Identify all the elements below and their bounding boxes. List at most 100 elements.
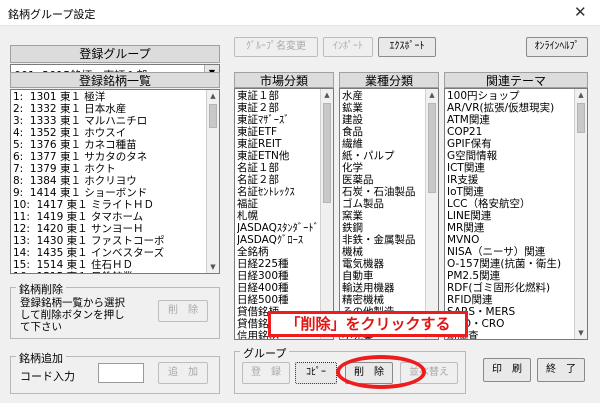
scroll-up-icon[interactable]: ▲ <box>426 89 438 101</box>
list-item[interactable]: ICT関連 <box>447 162 573 174</box>
copy-group-button[interactable]: ｺﾋﾟｰ <box>295 362 337 384</box>
scroll-down-icon[interactable]: ▼ <box>575 327 587 339</box>
list-item[interactable]: 食品 <box>342 126 424 138</box>
list-item[interactable]: AR/VR(拡張/仮想現実) <box>447 102 573 114</box>
list-item[interactable]: 16: 1515 東１ 日鉄鉱業 <box>13 271 205 273</box>
industry-scrollbar[interactable]: ▲ ▼ <box>425 89 438 339</box>
close-icon[interactable]: ✕ <box>574 3 587 21</box>
list-item[interactable]: 4: 1352 東１ ホウスイ <box>13 127 205 139</box>
list-item[interactable]: 日経225種 <box>237 258 319 270</box>
scroll-up-icon[interactable]: ▲ <box>575 89 587 101</box>
list-item[interactable]: 石炭・石油製品 <box>342 186 424 198</box>
list-item[interactable]: 福証 <box>237 198 319 210</box>
list-item[interactable]: O-157関連(抗菌・衛生) <box>447 258 573 270</box>
theme-listbox[interactable]: 100円ショップ AR/VR(拡張/仮想現実) ATM関連 COP21 GPIF保有 G空… <box>444 88 588 340</box>
list-item[interactable]: 3: 1333 東１ マルハニチロ <box>13 115 205 127</box>
list-item[interactable]: 電気機器 <box>342 258 424 270</box>
scroll-thumb[interactable] <box>577 103 585 133</box>
list-item[interactable]: IoT関連 <box>447 186 573 198</box>
register-group-button[interactable]: 登 録 <box>242 362 290 384</box>
list-item[interactable]: 100円ショップ <box>447 90 573 102</box>
list-item[interactable]: MVNO <box>447 234 573 246</box>
scroll-up-icon[interactable]: ▲ <box>321 89 333 101</box>
list-item[interactable]: LCC（格安航空） <box>447 198 573 210</box>
list-item[interactable]: 札幌 <box>237 210 319 222</box>
list-item[interactable]: 精密機械 <box>342 294 424 306</box>
list-item[interactable]: COP21 <box>447 126 573 138</box>
list-item[interactable]: 日経400種 <box>237 282 319 294</box>
list-item[interactable]: 1: 1301 東１ 極洋 <box>13 91 205 103</box>
stock-scrollbar[interactable]: ▲ ▼ <box>206 90 219 273</box>
online-help-button[interactable]: ｵﾝﾗｲﾝﾍﾙﾌﾟ <box>526 37 588 57</box>
list-item[interactable]: 繊維 <box>342 138 424 150</box>
market-scrollbar[interactable]: ▲ ▼ <box>320 89 333 339</box>
list-item[interactable]: 機械 <box>342 246 424 258</box>
list-item[interactable]: 東証２部 <box>237 102 319 114</box>
list-item[interactable]: 名証１部 <box>237 162 319 174</box>
list-item[interactable]: PM2.5関連 <box>447 270 573 282</box>
list-item[interactable]: 7: 1379 東１ ホクト <box>13 163 205 175</box>
scroll-up-icon[interactable]: ▲ <box>207 90 219 102</box>
export-button[interactable]: ｴｸｽﾎﾟｰﾄ <box>378 37 436 57</box>
market-listbox[interactable]: 東証１部 東証２部 東証ﾏｻﾞｰｽﾞ 東証ETF 東証REIT 東証ETN他 名証１部 名証２… <box>234 88 334 340</box>
list-item[interactable]: LINE関連 <box>447 210 573 222</box>
list-item[interactable]: 5: 1376 東１ カネコ種苗 <box>13 139 205 151</box>
delete-stock-button[interactable]: 削 除 <box>158 300 208 322</box>
list-item[interactable]: 11: 1419 東１ タマホーム <box>13 211 205 223</box>
list-item[interactable]: 東証ETN他 <box>237 150 319 162</box>
list-item[interactable]: 全銘柄 <box>237 246 319 258</box>
list-item[interactable]: MR関連 <box>447 222 573 234</box>
list-item[interactable]: 8: 1384 東１ ホクリヨウ <box>13 175 205 187</box>
list-item[interactable]: G空間情報 <box>447 150 573 162</box>
list-item[interactable]: 化学 <box>342 162 424 174</box>
list-item[interactable]: 名証ｾﾝﾄﾚｯｸｽ <box>237 186 319 198</box>
list-item[interactable]: 東証１部 <box>237 90 319 102</box>
list-item[interactable]: 15: 1514 東１ 住石ＨＤ <box>13 259 205 271</box>
exit-button[interactable]: 終 了 <box>537 358 585 382</box>
import-button[interactable]: ｲﾝﾎﾟｰﾄ <box>323 37 373 57</box>
print-button[interactable]: 印 刷 <box>483 358 531 382</box>
add-stock-button[interactable]: 追 加 <box>158 362 208 384</box>
list-item[interactable]: 10: 1417 東１ ミライトＨＤ <box>13 199 205 211</box>
scroll-thumb[interactable] <box>323 103 331 203</box>
list-item[interactable]: 輸送用機器 <box>342 282 424 294</box>
list-item[interactable]: RFID関連 <box>447 294 573 306</box>
list-item[interactable]: 名証２部 <box>237 174 319 186</box>
list-item[interactable]: JASDAQｸﾞﾛｰｽ <box>237 234 319 246</box>
list-item[interactable]: NISA（ニーサ）関連 <box>447 246 573 258</box>
stock-listbox[interactable]: 1: 1301 東１ 極洋 2: 1332 東１ 日本水産 3: 1333 東１ マ… <box>10 89 220 274</box>
list-item[interactable]: GPIF保有 <box>447 138 573 150</box>
list-item[interactable]: 9: 1414 東１ ショーボンド <box>13 187 205 199</box>
list-item[interactable]: 東証ﾏｻﾞｰｽﾞ <box>237 114 319 126</box>
list-item[interactable]: 東証REIT <box>237 138 319 150</box>
list-item[interactable]: ATM関連 <box>447 114 573 126</box>
list-item[interactable]: 窯業 <box>342 210 424 222</box>
scroll-thumb[interactable] <box>428 103 436 193</box>
list-item[interactable]: 日経300種 <box>237 270 319 282</box>
list-item[interactable]: ゴム製品 <box>342 198 424 210</box>
list-item[interactable]: 鉄鋼 <box>342 222 424 234</box>
list-item[interactable]: 自動車 <box>342 270 424 282</box>
rename-group-button[interactable]: ｸﾞﾙｰﾌﾟ名変更 <box>234 37 318 57</box>
list-item[interactable]: 6: 1377 東１ サカタのタネ <box>13 151 205 163</box>
list-item[interactable]: 13: 1430 東１ ファストコーポ <box>13 235 205 247</box>
list-item[interactable]: 建設 <box>342 114 424 126</box>
theme-scrollbar[interactable]: ▲ ▼ <box>574 89 587 339</box>
list-item[interactable]: RDF(ゴミ固形化燃料) <box>447 282 573 294</box>
list-item[interactable]: 紙・パルプ <box>342 150 424 162</box>
list-item[interactable]: 鉱業 <box>342 102 424 114</box>
scroll-down-icon[interactable]: ▼ <box>207 261 219 273</box>
list-item[interactable]: 東証ETF <box>237 126 319 138</box>
list-item[interactable]: JASDAQｽﾀﾝﾀﾞｰﾄﾞ <box>237 222 319 234</box>
list-item[interactable]: 医薬品 <box>342 174 424 186</box>
list-item[interactable]: 12: 1420 東１ サンヨーＨ <box>13 223 205 235</box>
scroll-thumb[interactable] <box>209 104 217 128</box>
list-item[interactable]: 14: 1435 東１ インベスターズ <box>13 247 205 259</box>
list-item[interactable]: IR支援 <box>447 174 573 186</box>
list-item[interactable]: 日経500種 <box>237 294 319 306</box>
list-item[interactable]: 非鉄・金属製品 <box>342 234 424 246</box>
list-item[interactable]: 2: 1332 東１ 日本水産 <box>13 103 205 115</box>
industry-listbox[interactable]: 水産 鉱業 建設 食品 繊維 紙・パルプ 化学 医薬品 石炭・石油製品 ゴム製品 窯業 鉄鋼 非鉄・金属… <box>339 88 439 340</box>
code-input[interactable] <box>98 363 144 383</box>
list-item[interactable]: 水産 <box>342 90 424 102</box>
